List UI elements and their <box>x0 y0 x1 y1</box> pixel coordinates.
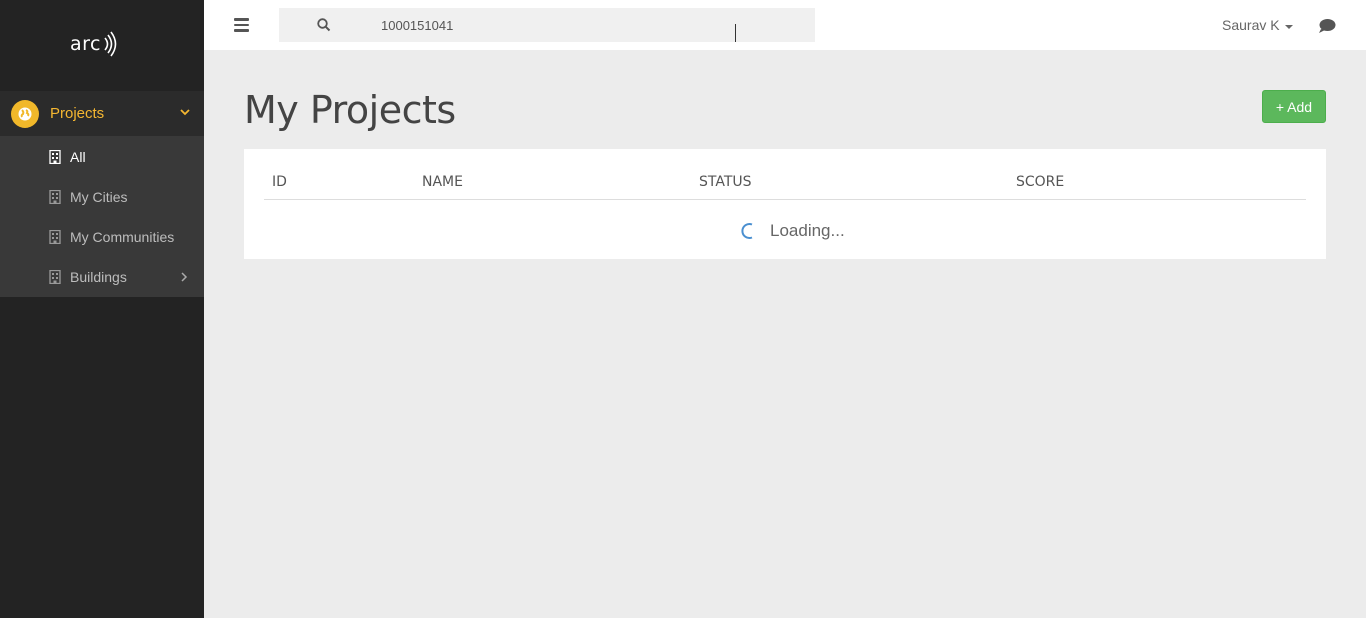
caret-down-icon <box>1284 24 1293 29</box>
sidebar-item-my-communities[interactable]: My Communities <box>0 217 204 257</box>
user-menu[interactable]: Saurav K <box>1222 17 1293 33</box>
search-icon <box>317 18 331 32</box>
chat-icon[interactable] <box>1318 18 1336 34</box>
logo-waves-icon <box>104 31 117 57</box>
add-project-button[interactable]: + Add <box>1262 90 1326 123</box>
chevron-right-icon <box>181 272 188 282</box>
sidebar-item-all[interactable]: All <box>0 137 204 177</box>
chevron-down-icon <box>180 109 190 116</box>
arc-logo[interactable]: arc <box>70 28 117 60</box>
building-icon <box>49 230 61 244</box>
sidebar-item-label: My Cities <box>70 189 128 205</box>
building-icon <box>49 150 61 164</box>
sidebar-item-label: Buildings <box>70 269 127 285</box>
topbar: Saurav K <box>204 0 1366 50</box>
sidebar-item-my-cities[interactable]: My Cities <box>0 177 204 217</box>
user-name: Saurav K <box>1222 17 1280 33</box>
sidebar-item-label: My Communities <box>70 229 175 245</box>
building-icon <box>49 190 61 204</box>
sidebar-item-projects[interactable]: Projects <box>0 91 204 136</box>
sidebar-item-label: Projects <box>50 105 105 122</box>
page-title: My Projects <box>244 88 456 132</box>
hamburger-menu-icon[interactable] <box>234 18 249 32</box>
search-box[interactable] <box>279 8 815 42</box>
search-input[interactable] <box>381 16 801 34</box>
sidebar: arc Projects All My Cities My Communitie… <box>0 0 204 618</box>
sidebar-item-buildings[interactable]: Buildings <box>0 257 204 297</box>
table-header-divider <box>264 199 1306 200</box>
projects-submenu: All My Cities My Communities Buildings <box>0 136 204 297</box>
sidebar-item-label: All <box>70 149 86 165</box>
projects-table-panel: ID NAME STATUS SCORE Loading... <box>244 149 1326 259</box>
text-cursor <box>735 24 736 42</box>
building-icon <box>49 270 61 284</box>
column-header-id[interactable]: ID <box>272 174 287 190</box>
column-header-name[interactable]: NAME <box>422 174 463 190</box>
loading-text: Loading... <box>770 221 845 240</box>
spinner-icon <box>741 223 753 239</box>
globe-icon <box>11 99 39 128</box>
column-header-score[interactable]: SCORE <box>1016 174 1064 190</box>
column-header-status[interactable]: STATUS <box>699 174 752 190</box>
loading-indicator: Loading... <box>740 221 845 241</box>
logo-text: arc <box>70 33 101 55</box>
